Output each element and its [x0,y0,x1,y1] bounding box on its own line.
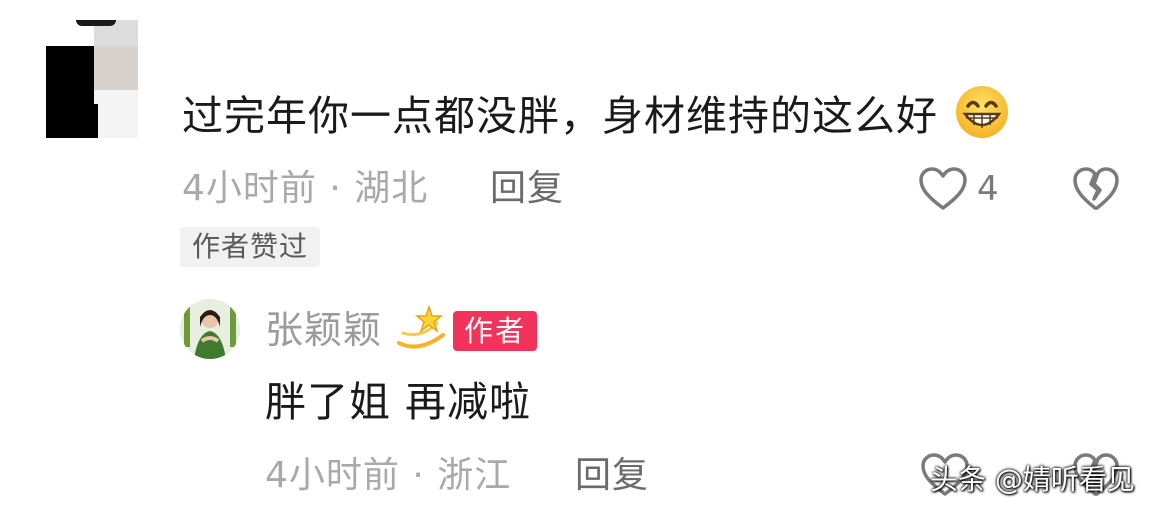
reply-author-name-text: 张颖颖 [265,308,383,352]
comment-reply-button[interactable]: 回复 [490,165,564,213]
reply-author-avatar[interactable] [180,299,240,359]
reply-reply-button[interactable]: 回复 [575,452,649,500]
comment-like-count: 4 [977,169,999,209]
heart-icon [918,166,968,212]
author-badge: 作者 [453,311,538,351]
broken-heart-icon [1072,166,1120,212]
reply-meta: 4小时前 · 浙江 [265,455,512,496]
comment-body: 过完年你一点都没胖，身材维持的这么好 [182,92,938,140]
comment-dislike-button[interactable] [1072,166,1120,216]
commenter-avatar[interactable] [46,20,138,138]
reply-text: 胖了姐 再减啦 [265,378,532,426]
source-watermark: 头条 @婧听看见 [930,463,1135,496]
author-liked-badge: 作者赞过 [180,227,321,267]
comment-like-button[interactable] [918,166,968,212]
comment-text: 过完年你一点都没胖，身材维持的这么好 [182,84,1010,148]
dizzy-star-icon [395,303,447,351]
reply-author-name[interactable]: 张颖颖 [265,303,447,356]
grinning-face-icon [954,84,1010,140]
comment-meta: 4小时前 · 湖北 [182,168,429,209]
